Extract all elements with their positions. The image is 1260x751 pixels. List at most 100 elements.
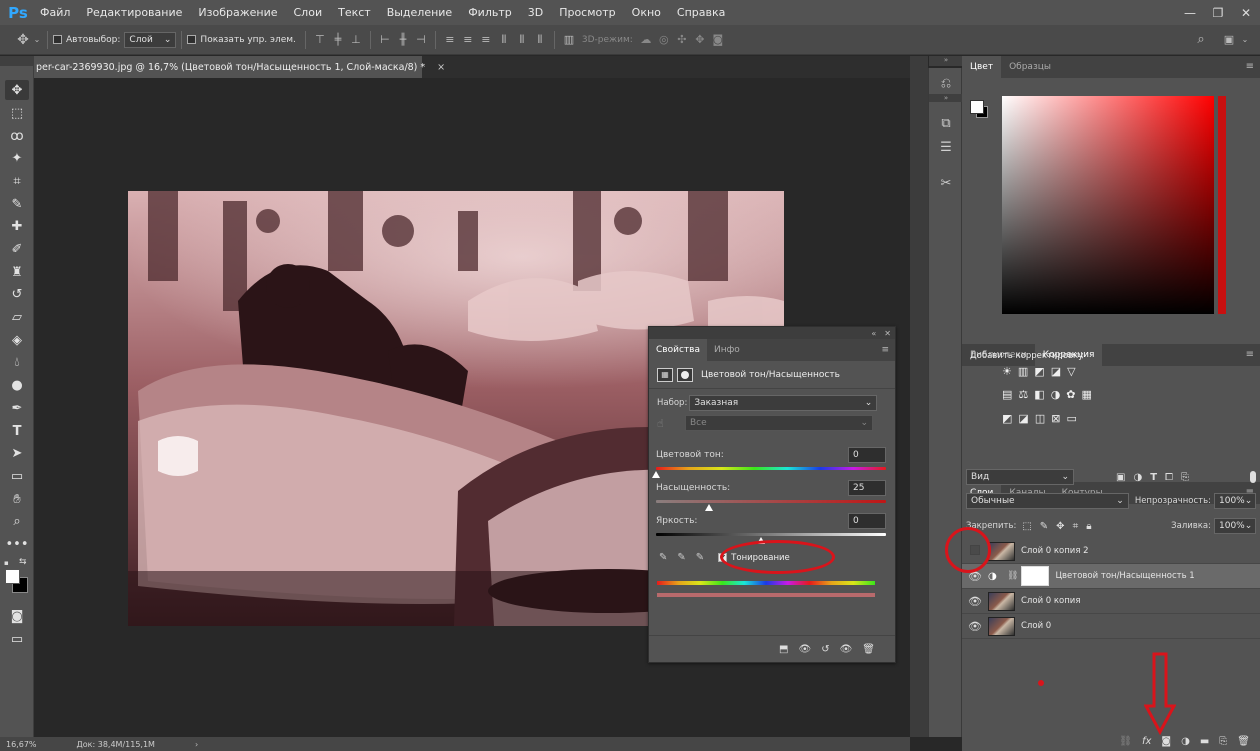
- adjustment-icon[interactable]: ◑: [1181, 736, 1190, 747]
- brightness-icon[interactable]: ☀: [1002, 365, 1012, 378]
- brush-tool-icon[interactable]: ✐: [5, 239, 29, 259]
- link-icon[interactable]: ⛓︎: [1119, 736, 1132, 747]
- saturation-slider-thumb[interactable]: [704, 504, 713, 511]
- reset-icon[interactable]: ↺: [821, 644, 829, 655]
- default-colors-icon[interactable]: ▪: [4, 559, 10, 567]
- layer-row-copy2[interactable]: Слой 0 копия 2: [962, 539, 1260, 564]
- mask-icon[interactable]: ◙: [1161, 736, 1171, 747]
- document-tab[interactable]: per-car-2369930.jpg @ 16,7% (Цветовой то…: [34, 56, 445, 78]
- curves-icon[interactable]: ◩: [1034, 365, 1044, 378]
- restore-button[interactable]: ❐: [1204, 0, 1232, 25]
- black-white-icon[interactable]: ◧: [1034, 388, 1044, 401]
- autoselect-dropdown[interactable]: Слой ⌄: [124, 31, 177, 48]
- color-lookup-icon[interactable]: ▦: [1082, 388, 1092, 401]
- new-layer-icon[interactable]: ⎘: [1219, 736, 1227, 747]
- bucket-tool-icon[interactable]: ◈: [5, 330, 29, 350]
- lock-all-icon[interactable]: 🔒︎: [1086, 521, 1091, 532]
- history-panel-icon[interactable]: ⎌: [936, 74, 956, 92]
- color-hue-bar[interactable]: [1218, 96, 1226, 314]
- 3d-pan-icon[interactable]: ✣: [673, 32, 691, 48]
- history-brush-icon[interactable]: ↺: [5, 284, 29, 304]
- layer-row-hue-saturation[interactable]: 👁︎ ◑ ⛓︎ Цветовой тон/Насыщенность 1: [962, 564, 1260, 589]
- lasso-tool-icon[interactable]: ꝏ: [5, 126, 29, 146]
- crop-tool-icon[interactable]: ⌗: [5, 171, 29, 191]
- blend-mode-dropdown[interactable]: Обычные ⌄: [966, 493, 1129, 509]
- targeted-adjust-icon[interactable]: ☝: [657, 417, 685, 430]
- panel-menu-icon[interactable]: ≡: [1246, 61, 1254, 72]
- saturation-input[interactable]: 25: [848, 480, 886, 496]
- blur-tool-icon[interactable]: 💧︎: [5, 352, 29, 372]
- chevron-down-icon[interactable]: ⌄: [32, 32, 42, 48]
- zoom-level[interactable]: 16,67%: [6, 740, 37, 749]
- eye-icon[interactable]: 👁︎: [962, 620, 988, 633]
- menu-edit[interactable]: Редактирование: [78, 6, 190, 19]
- distribute-vcenter-icon[interactable]: ≡: [459, 32, 477, 48]
- foreground-color-swatch[interactable]: [5, 569, 20, 584]
- lock-pixels-icon[interactable]: ✎: [1040, 521, 1048, 532]
- filter-toggle[interactable]: [1250, 471, 1256, 483]
- channel-dropdown[interactable]: Все ⌄: [685, 415, 873, 431]
- hue-input[interactable]: 0: [848, 447, 886, 463]
- invert-icon[interactable]: ◩: [1002, 412, 1012, 425]
- menu-file[interactable]: Файл: [32, 6, 78, 19]
- tab-info[interactable]: Инфо: [707, 339, 747, 361]
- distribute-left-icon[interactable]: ⦀: [495, 32, 513, 48]
- align-hcenter-icon[interactable]: ╫: [394, 32, 412, 48]
- distribute-bottom-icon[interactable]: ≡: [477, 32, 495, 48]
- eyedropper-plus-icon[interactable]: ✎: [677, 552, 685, 563]
- eyedropper-tool-icon[interactable]: ✎: [5, 194, 29, 214]
- lightness-input[interactable]: 0: [848, 513, 886, 529]
- trash-icon[interactable]: 🗑︎: [1237, 736, 1250, 747]
- menu-help[interactable]: Справка: [669, 6, 733, 19]
- eye-icon[interactable]: 👁︎: [962, 595, 988, 608]
- menu-type[interactable]: Текст: [330, 6, 379, 19]
- menu-view[interactable]: Просмотр: [551, 6, 623, 19]
- show-controls-checkbox[interactable]: [187, 35, 197, 44]
- fg-color-chip[interactable]: [970, 100, 984, 114]
- mask-icon[interactable]: [677, 367, 693, 382]
- screen-mode-icon[interactable]: ▭: [5, 629, 29, 649]
- path-select-icon[interactable]: ➤: [5, 443, 29, 463]
- filter-adjust-icon[interactable]: ◑: [1133, 472, 1142, 483]
- filter-pixel-icon[interactable]: ▣: [1116, 472, 1125, 483]
- gradient-map-icon[interactable]: ▭: [1066, 412, 1076, 425]
- tab-swatches[interactable]: Образцы: [1001, 56, 1059, 78]
- status-arrow-icon[interactable]: ›: [195, 740, 198, 749]
- color-balance-icon[interactable]: ⚖: [1018, 388, 1028, 401]
- auto-align-icon[interactable]: ▥: [560, 32, 578, 48]
- filter-shape-icon[interactable]: ⧠: [1165, 472, 1173, 483]
- preset-dropdown[interactable]: Заказная ⌄: [689, 395, 878, 411]
- menu-3d[interactable]: 3D: [520, 6, 551, 19]
- panel-menu-icon[interactable]: ≡: [881, 345, 889, 355]
- rectangle-tool-icon[interactable]: ▭: [5, 466, 29, 486]
- vibrance-icon[interactable]: ▽: [1067, 365, 1075, 378]
- hue-slider-thumb[interactable]: [652, 471, 660, 478]
- clip-to-layer-icon[interactable]: ⬒: [779, 644, 788, 655]
- adjust-panel-icon[interactable]: ☰: [936, 138, 956, 156]
- autoselect-checkbox[interactable]: [53, 35, 62, 44]
- move-tool-icon[interactable]: ✥: [14, 32, 32, 48]
- hue-saturation-icon[interactable]: ▤: [1002, 388, 1012, 401]
- menu-filter[interactable]: Фильтр: [460, 6, 520, 19]
- distribute-hcenter-icon[interactable]: ⦀: [513, 32, 531, 48]
- move-tool-icon[interactable]: ✥: [5, 80, 29, 100]
- adjustment-layer-icon[interactable]: ▦: [657, 367, 673, 382]
- saturation-slider-track[interactable]: [656, 500, 886, 503]
- align-left-icon[interactable]: ⊢: [376, 32, 394, 48]
- 3d-orbit-icon[interactable]: ☁: [637, 32, 655, 48]
- fill-input[interactable]: 100% ⌄: [1214, 518, 1256, 534]
- menu-window[interactable]: Окно: [624, 6, 669, 19]
- tab-properties[interactable]: Свойства: [649, 339, 707, 361]
- collapse-icon[interactable]: »: [929, 56, 963, 66]
- quick-mask-icon[interactable]: ◙: [5, 606, 29, 626]
- link-icon[interactable]: ⛓︎: [1007, 571, 1018, 581]
- hand-tool-icon[interactable]: ✋︎: [5, 489, 29, 509]
- lock-position-icon[interactable]: ✥: [1056, 521, 1064, 532]
- opacity-input[interactable]: 100% ⌄: [1214, 493, 1256, 509]
- collapse-icon[interactable]: «: [871, 329, 876, 338]
- exposure-icon[interactable]: ◪: [1051, 365, 1061, 378]
- layer-row-layer0[interactable]: 👁︎ Слой 0: [962, 614, 1260, 639]
- threshold-icon[interactable]: ◫: [1035, 412, 1045, 425]
- minimize-button[interactable]: —: [1176, 0, 1204, 25]
- tools-preset-icon[interactable]: ✂: [936, 174, 956, 192]
